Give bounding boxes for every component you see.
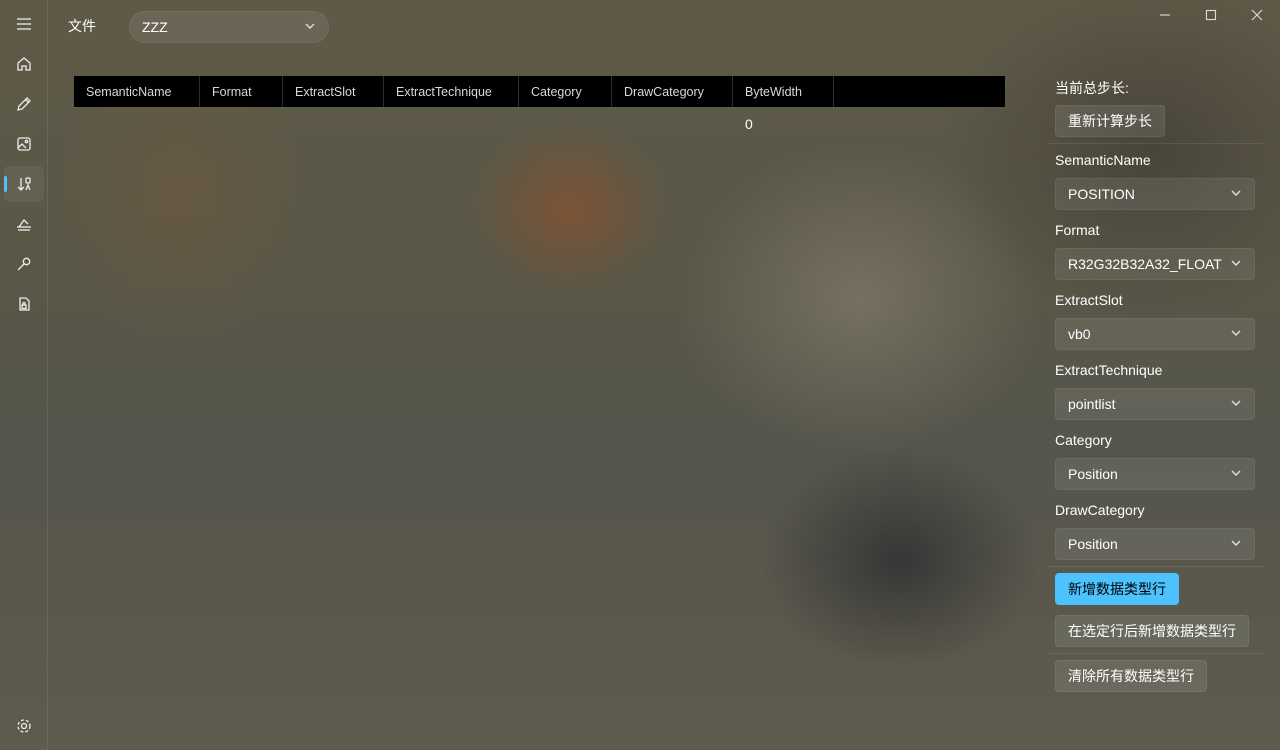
home-icon <box>17 57 31 71</box>
file-menu[interactable]: 文件 <box>60 10 104 42</box>
nav-file-lock[interactable] <box>4 286 44 322</box>
property-panel: 当前总步长: 重新计算步长 SemanticName POSITION Form… <box>1047 0 1267 750</box>
semanticname-select[interactable]: POSITION <box>1055 178 1255 210</box>
chevron-down-icon <box>1230 466 1242 482</box>
column-header-bytewidth[interactable]: ByteWidth <box>733 76 834 107</box>
column-header-extractslot[interactable]: ExtractSlot <box>283 76 384 107</box>
divider <box>1047 566 1265 567</box>
extractslot-value: vb0 <box>1068 326 1091 342</box>
column-header-format[interactable]: Format <box>200 76 283 107</box>
category-value: Position <box>1068 466 1118 482</box>
navigation-rail <box>0 0 48 750</box>
file-lock-icon <box>19 297 30 311</box>
recalculate-stride-button[interactable]: 重新计算步长 <box>1055 105 1165 137</box>
chevron-down-icon <box>1230 536 1242 552</box>
nav-layers[interactable] <box>4 206 44 242</box>
nav-edit[interactable] <box>4 86 44 122</box>
column-header-drawcategory[interactable]: DrawCategory <box>612 76 733 107</box>
nav-data-types[interactable] <box>4 166 44 202</box>
extractslot-label: ExtractSlot <box>1055 292 1123 308</box>
category-select[interactable]: Position <box>1055 458 1255 490</box>
semanticname-value: POSITION <box>1068 186 1135 202</box>
chevron-down-icon <box>1230 326 1242 342</box>
divider <box>1047 143 1265 144</box>
column-header-category[interactable]: Category <box>519 76 612 107</box>
chevron-down-icon <box>1230 396 1242 412</box>
format-label: Format <box>1055 222 1100 238</box>
drawcategory-value: Position <box>1068 536 1118 552</box>
column-header-semanticname[interactable]: SemanticName <box>74 76 200 107</box>
category-label: Category <box>1055 432 1112 448</box>
column-header-extracttechnique[interactable]: ExtractTechnique <box>384 76 519 107</box>
nav-tools[interactable] <box>4 246 44 282</box>
image-icon <box>17 137 31 151</box>
semanticname-label: SemanticName <box>1055 152 1151 168</box>
hamburger-menu-button[interactable] <box>4 6 44 42</box>
nav-home[interactable] <box>4 46 44 82</box>
extracttechnique-select[interactable]: pointlist <box>1055 388 1255 420</box>
format-select[interactable]: R32G32B32A32_FLOAT <box>1055 248 1255 280</box>
divider <box>1047 653 1265 654</box>
drawcategory-select[interactable]: Position <box>1055 528 1255 560</box>
chevron-down-icon <box>1230 256 1242 272</box>
clear-all-rows-button[interactable]: 清除所有数据类型行 <box>1055 660 1207 692</box>
extractslot-select[interactable]: vb0 <box>1055 318 1255 350</box>
extracttechnique-label: ExtractTechnique <box>1055 362 1163 378</box>
drawcategory-label: DrawCategory <box>1055 502 1145 518</box>
format-value: R32G32B32A32_FLOAT <box>1068 256 1222 272</box>
nav-image[interactable] <box>4 126 44 162</box>
hamburger-menu-icon <box>17 18 31 30</box>
sort-icon <box>17 177 31 191</box>
file-select-value: ZZZ <box>142 19 168 35</box>
layers-icon <box>17 218 31 231</box>
bytewidth-total-value: 0 <box>745 116 753 132</box>
settings-gear-icon <box>17 719 31 733</box>
data-grid-header: SemanticName Format ExtractSlot ExtractT… <box>74 76 1005 107</box>
nav-settings[interactable] <box>4 708 44 744</box>
chevron-down-icon <box>304 19 316 35</box>
insert-row-after-selected-button[interactable]: 在选定行后新增数据类型行 <box>1055 615 1249 647</box>
pencil-icon <box>17 97 31 111</box>
total-stride-label: 当前总步长: <box>1055 80 1129 96</box>
chevron-down-icon <box>1230 186 1242 202</box>
wrench-icon <box>17 257 31 271</box>
file-select[interactable]: ZZZ <box>129 11 329 43</box>
extracttechnique-value: pointlist <box>1068 396 1116 412</box>
add-datatype-row-button[interactable]: 新增数据类型行 <box>1055 573 1179 605</box>
